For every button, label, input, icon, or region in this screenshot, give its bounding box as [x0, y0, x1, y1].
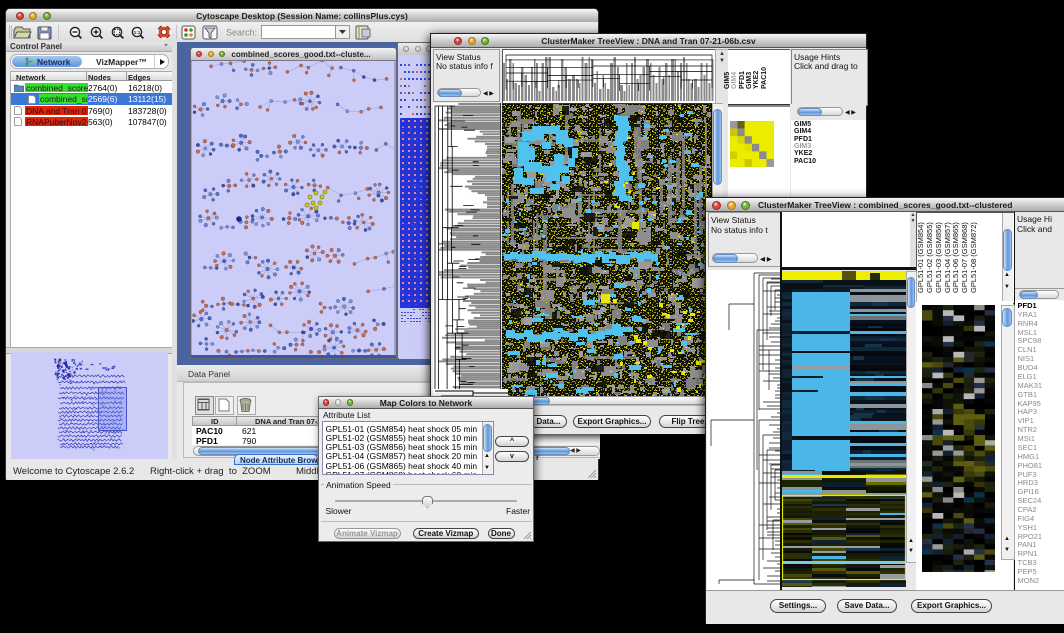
svg-text:Search:: Search: [226, 28, 257, 38]
svg-text:1:1: 1:1 [134, 30, 141, 35]
